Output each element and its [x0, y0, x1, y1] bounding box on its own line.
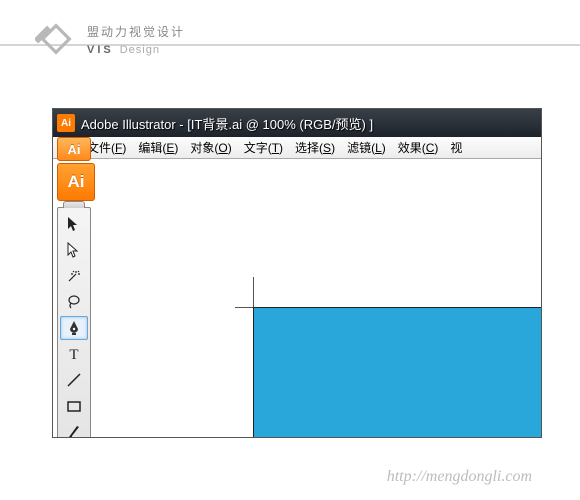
dock-badge-0[interactable]: Ai [57, 137, 91, 161]
brand-en-bold: VIS [87, 44, 114, 56]
rectangle-tool[interactable] [60, 394, 88, 418]
brand-en-rest: Design [120, 44, 160, 56]
artboard-rectangle[interactable] [253, 307, 541, 437]
svg-text:T: T [69, 347, 78, 363]
menu-视[interactable]: 视 [444, 139, 468, 156]
window-title: Adobe Illustrator - [IT背景.ai @ 100% (RGB… [81, 114, 373, 133]
illustrator-window: Ai Adobe Illustrator - [IT背景.ai @ 100% (… [52, 108, 542, 438]
dock-badge-1[interactable]: Ai [57, 163, 95, 201]
workspace: Ai Ai T [53, 159, 541, 437]
direct-selection-tool[interactable] [60, 238, 88, 262]
toolbox-panel[interactable]: T [57, 207, 91, 438]
menu-O[interactable]: 对象(O) [184, 139, 237, 156]
window-titlebar[interactable]: Ai Adobe Illustrator - [IT背景.ai @ 100% (… [53, 109, 541, 137]
brand-logo-icon [35, 18, 77, 60]
app-icon: Ai [57, 114, 75, 132]
type-tool[interactable]: T [60, 342, 88, 366]
menu-L[interactable]: 滤镜(L) [341, 139, 392, 156]
menu-T[interactable]: 文字(T) [238, 139, 289, 156]
brand-name-en: VIS Design [87, 44, 185, 56]
footer-url: http://mengdongli.com [387, 468, 532, 486]
line-tool[interactable] [60, 368, 88, 392]
brand-name-cn: 盟动力视觉设计 [87, 23, 185, 40]
canvas-area[interactable] [103, 167, 541, 437]
menu-bar: 文件(F)编辑(E)对象(O)文字(T)选择(S)滤镜(L)效果(C)视 [53, 137, 541, 159]
menu-E[interactable]: 编辑(E) [132, 139, 184, 156]
magic-wand-tool[interactable] [60, 264, 88, 288]
document-dock: Ai [57, 163, 95, 201]
selection-tool[interactable] [60, 212, 88, 236]
pen-tool[interactable] [60, 316, 88, 340]
lasso-tool[interactable] [60, 290, 88, 314]
menu-S[interactable]: 选择(S) [289, 139, 341, 156]
brand-header: 盟动力视觉设计 VIS Design [0, 0, 580, 60]
paintbrush-tool[interactable] [60, 420, 88, 438]
menu-C[interactable]: 效果(C) [392, 139, 445, 156]
